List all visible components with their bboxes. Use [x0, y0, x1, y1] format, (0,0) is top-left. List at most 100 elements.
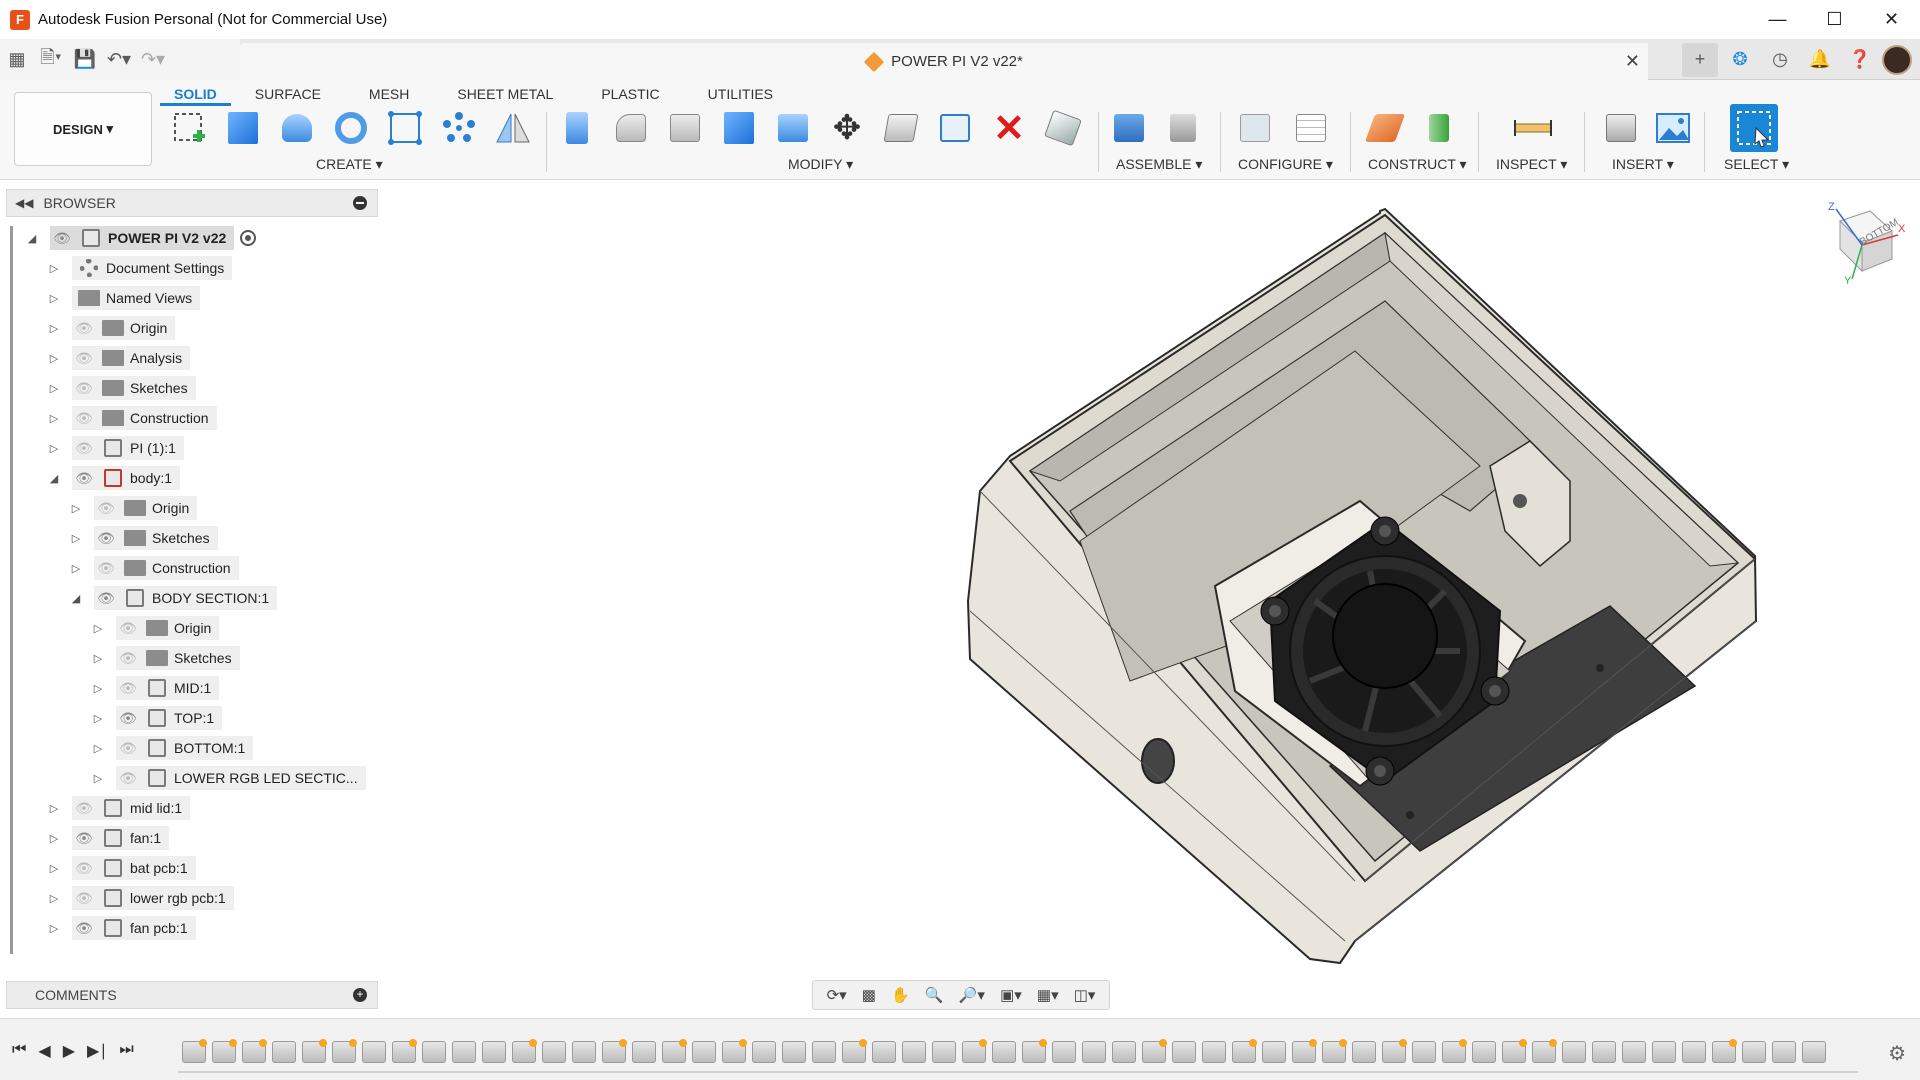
- tab-solid[interactable]: SOLID: [160, 84, 231, 106]
- timeline-body-feature-icon[interactable]: [1622, 1041, 1646, 1063]
- timeline-sketch-feature-icon[interactable]: [392, 1039, 417, 1063]
- visibility-eye-icon[interactable]: 👁: [94, 526, 118, 550]
- assemble-group-label[interactable]: ASSEMBLE ▾: [1116, 156, 1202, 173]
- tree-root[interactable]: ◢ 👁 POWER PI V2 v22: [26, 226, 257, 250]
- timeline-sketch-feature-icon[interactable]: [962, 1039, 987, 1063]
- new-tab-icon[interactable]: +: [1682, 42, 1718, 77]
- timeline-sketch-feature-icon[interactable]: [182, 1039, 207, 1063]
- tree-item[interactable]: ▷ 👁 bat pcb:1: [48, 856, 196, 880]
- insert-derive-icon[interactable]: [1600, 108, 1642, 148]
- expand-arrow-icon[interactable]: ▷: [48, 436, 60, 460]
- hidden-eye-icon[interactable]: 👁: [116, 736, 140, 760]
- configure-design-icon[interactable]: [1234, 108, 1276, 148]
- timeline-sketch-feature-icon[interactable]: [1532, 1039, 1557, 1063]
- hidden-eye-icon[interactable]: 👁: [72, 346, 96, 370]
- hidden-eye-icon[interactable]: 👁: [94, 496, 118, 520]
- move-copy-icon[interactable]: ✥: [826, 108, 868, 148]
- timeline-body-feature-icon[interactable]: [1172, 1041, 1196, 1063]
- hidden-eye-icon[interactable]: 👁: [72, 796, 96, 820]
- modify-group-label[interactable]: MODIFY ▾: [788, 156, 853, 173]
- tab-sheet-metal[interactable]: SHEET METAL: [443, 84, 567, 106]
- hole-icon[interactable]: [330, 108, 372, 148]
- timeline-body-feature-icon[interactable]: [1562, 1041, 1586, 1063]
- create-sketch-icon[interactable]: [168, 108, 210, 148]
- step-forward-icon[interactable]: ▶∣: [87, 1041, 107, 1061]
- extrude-icon[interactable]: [222, 108, 264, 148]
- timeline-sketch-feature-icon[interactable]: [1502, 1039, 1527, 1063]
- timeline-body-feature-icon[interactable]: [1082, 1041, 1106, 1063]
- timeline-body-feature-icon[interactable]: [752, 1041, 776, 1063]
- file-menu-icon[interactable]: 🗎▾: [34, 45, 68, 75]
- tab-utilities[interactable]: UTILITIES: [694, 84, 787, 106]
- hidden-eye-icon[interactable]: 👁: [116, 616, 140, 640]
- timeline-body-feature-icon[interactable]: [692, 1041, 716, 1063]
- timeline-body-feature-icon[interactable]: [1262, 1041, 1286, 1063]
- hidden-eye-icon[interactable]: 👁: [116, 676, 140, 700]
- timeline-sketch-feature-icon[interactable]: [722, 1039, 747, 1063]
- hidden-eye-icon[interactable]: 👁: [72, 856, 96, 880]
- expand-arrow-icon[interactable]: ▷: [48, 346, 60, 370]
- create-group-label[interactable]: CREATE ▾: [316, 156, 383, 173]
- expand-arrow-icon[interactable]: ▷: [48, 916, 60, 940]
- viewcube[interactable]: BOTTOM Z X Y: [1800, 201, 1910, 291]
- timeline-body-feature-icon[interactable]: [272, 1041, 296, 1063]
- minimize-panel-icon[interactable]: [353, 196, 367, 210]
- expand-arrow-icon[interactable]: ▷: [70, 496, 82, 520]
- visibility-eye-icon[interactable]: 👁: [72, 826, 96, 850]
- timeline-settings-gear-icon[interactable]: ⚙: [1888, 1041, 1906, 1066]
- timeline-body-feature-icon[interactable]: [1682, 1041, 1706, 1063]
- midplane-icon[interactable]: [1418, 108, 1460, 148]
- visibility-eye-icon[interactable]: 👁: [94, 586, 118, 610]
- timeline-body-feature-icon[interactable]: [572, 1041, 596, 1063]
- timeline-sketch-feature-icon[interactable]: [212, 1039, 237, 1063]
- tree-item[interactable]: ▷ 👁 BOTTOM:1: [92, 736, 254, 760]
- combine-icon[interactable]: [772, 108, 814, 148]
- tree-item[interactable]: ▷ 👁 PI (1):1: [48, 436, 184, 460]
- timeline-body-feature-icon[interactable]: [932, 1041, 956, 1063]
- tree-item[interactable]: ▷ 👁 mid lid:1: [48, 796, 191, 820]
- circular-pattern-icon[interactable]: [438, 108, 480, 148]
- configure-group-label[interactable]: CONFIGURE ▾: [1238, 156, 1333, 173]
- timeline-strip[interactable]: [178, 1033, 1858, 1073]
- timeline-sketch-feature-icon[interactable]: [1142, 1039, 1167, 1063]
- redo-icon[interactable]: ↷▾: [136, 45, 170, 75]
- timeline-sketch-feature-icon[interactable]: [1232, 1039, 1257, 1063]
- offset-plane-icon[interactable]: [1364, 108, 1406, 148]
- hidden-eye-icon[interactable]: 👁: [72, 436, 96, 460]
- save-icon[interactable]: 💾: [68, 45, 102, 75]
- timeline-sketch-feature-icon[interactable]: [302, 1039, 327, 1063]
- tree-item[interactable]: ▷ 👁 Sketches: [48, 376, 196, 400]
- tab-surface[interactable]: SURFACE: [241, 84, 335, 106]
- timeline-body-feature-icon[interactable]: [1772, 1041, 1796, 1063]
- maximize-button[interactable]: ☐: [1806, 0, 1863, 39]
- add-comment-icon[interactable]: +: [353, 988, 367, 1002]
- new-component-icon[interactable]: [1108, 108, 1150, 148]
- hidden-eye-icon[interactable]: 👁: [72, 376, 96, 400]
- go-to-start-icon[interactable]: ⏮: [12, 1041, 26, 1061]
- user-avatar[interactable]: [1882, 44, 1912, 75]
- collapse-panel-icon[interactable]: ◀◀: [15, 196, 33, 210]
- grid-snaps-icon[interactable]: ▦▾: [1037, 986, 1059, 1004]
- hidden-eye-icon[interactable]: 👁: [116, 766, 140, 790]
- tree-item[interactable]: ▷ 👁 Origin: [48, 316, 176, 340]
- hidden-eye-icon[interactable]: 👁: [72, 886, 96, 910]
- timeline-body-feature-icon[interactable]: [1202, 1041, 1226, 1063]
- timeline-body-feature-icon[interactable]: [632, 1041, 656, 1063]
- expand-arrow-icon[interactable]: ▷: [92, 766, 104, 790]
- timeline-body-feature-icon[interactable]: [1592, 1041, 1616, 1063]
- close-button[interactable]: ✕: [1863, 0, 1920, 39]
- model-render[interactable]: [380, 181, 1920, 1013]
- tree-item[interactable]: ▷ 👁 Analysis: [48, 346, 191, 370]
- tree-item[interactable]: ▷ 👁 LOWER RGB LED SECTIC...: [92, 766, 366, 790]
- fillet-icon[interactable]: [610, 108, 652, 148]
- display-settings-icon[interactable]: ▣▾: [1000, 986, 1022, 1004]
- undo-icon[interactable]: ↶▾: [102, 45, 136, 75]
- tree-item[interactable]: ▷ 👁 fan pcb:1: [48, 916, 196, 940]
- timeline-sketch-feature-icon[interactable]: [842, 1039, 867, 1063]
- timeline-sketch-feature-icon[interactable]: [662, 1039, 687, 1063]
- timeline-body-feature-icon[interactable]: [782, 1041, 806, 1063]
- select-window-icon[interactable]: [1730, 104, 1778, 152]
- tree-item[interactable]: ▷ Document Settings: [48, 256, 233, 280]
- expand-arrow-icon[interactable]: ▷: [48, 406, 60, 430]
- timeline-sketch-feature-icon[interactable]: [1022, 1039, 1047, 1063]
